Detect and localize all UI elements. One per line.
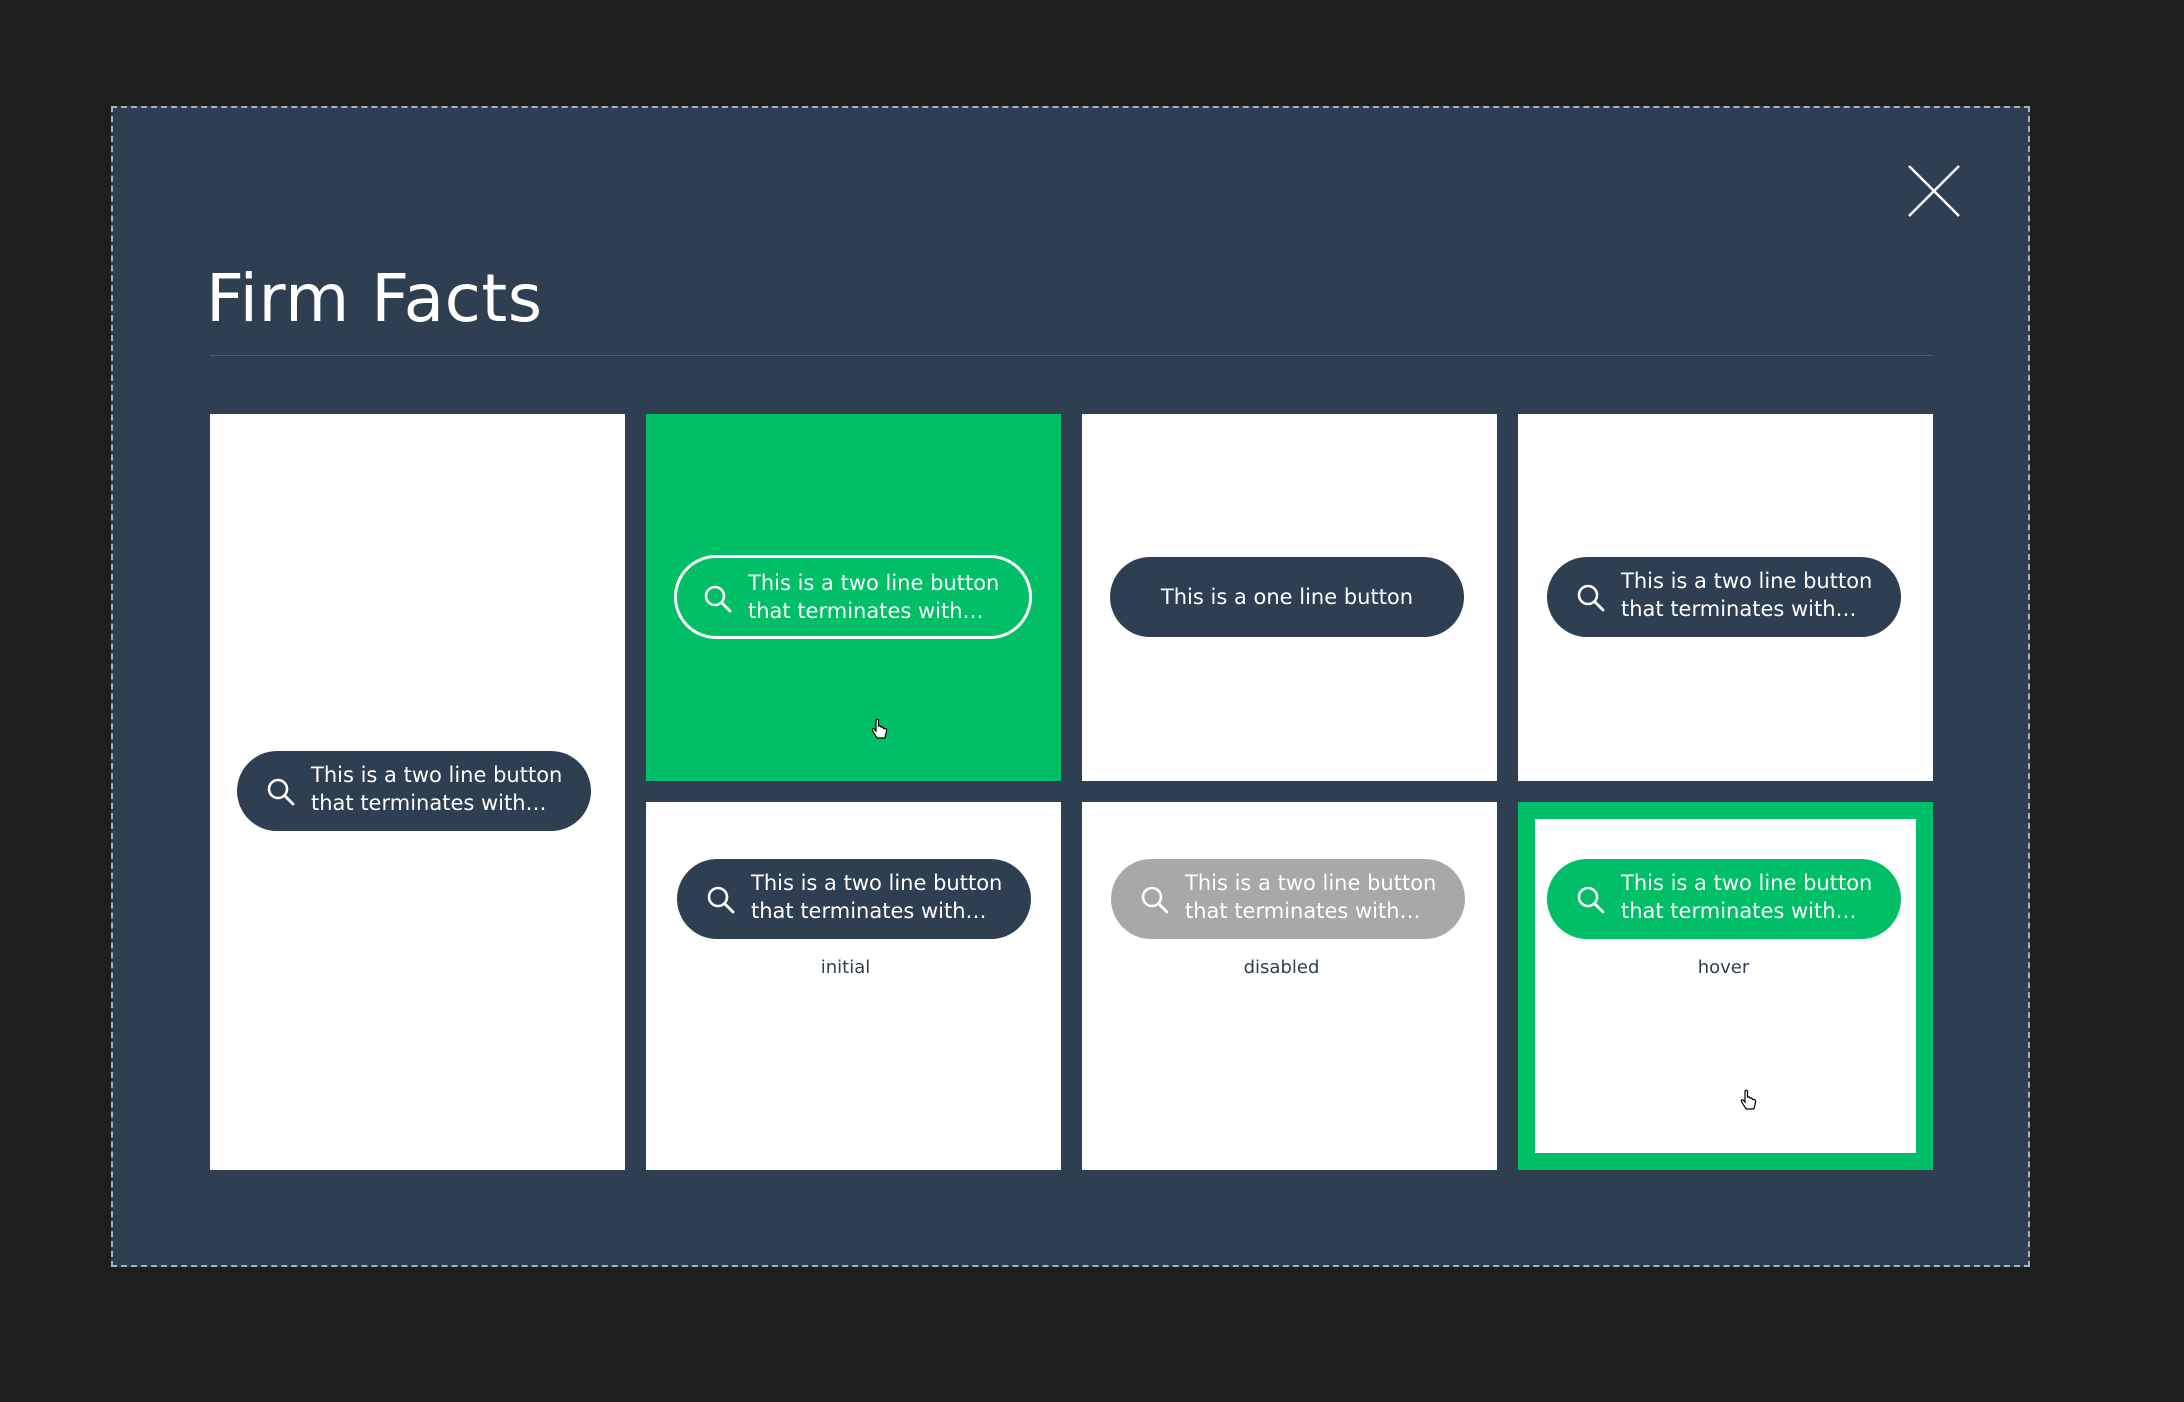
- search-icon: [1577, 886, 1605, 914]
- button-label: This is a two line button that terminate…: [1185, 871, 1437, 923]
- two-line-button[interactable]: This is a two line button that terminate…: [1547, 557, 1901, 637]
- search-icon: [1577, 584, 1605, 612]
- hover-state-button[interactable]: This is a two line button that terminate…: [1547, 859, 1901, 939]
- search-icon: [704, 585, 732, 613]
- hand-cursor-icon: [1740, 1089, 1757, 1110]
- tile-initial: This is a two line button that terminate…: [646, 802, 1061, 1170]
- search-icon: [1141, 886, 1169, 914]
- tile-one-line: This is a one line button: [1082, 414, 1497, 781]
- hand-cursor-icon: [871, 718, 888, 739]
- tile-disabled: This is a two line button that terminate…: [1082, 802, 1497, 1170]
- initial-state-button[interactable]: This is a two line button that terminate…: [677, 859, 1031, 939]
- state-caption: hover: [1697, 957, 1750, 978]
- button-label: This is a two line button that terminate…: [311, 763, 563, 815]
- search-icon: [707, 886, 735, 914]
- tile-top-right: This is a two line button that terminate…: [1518, 414, 1933, 781]
- button-label: This is a two line button that terminate…: [1621, 871, 1873, 923]
- modal-title: Firm Facts: [206, 260, 543, 337]
- search-icon: [267, 778, 295, 806]
- firm-facts-modal: Firm Facts This is a two line button tha…: [111, 106, 2030, 1267]
- tile-tall: This is a two line button that terminate…: [210, 414, 625, 1170]
- tile-hover: This is a two line button that terminate…: [1518, 802, 1933, 1170]
- tile-green: This is a two line button that terminate…: [646, 414, 1061, 781]
- two-line-button[interactable]: This is a two line button that terminate…: [237, 751, 591, 831]
- close-button[interactable]: [1907, 164, 1961, 218]
- close-icon: [1908, 165, 1960, 217]
- state-caption: disabled: [1243, 957, 1320, 978]
- title-divider: [210, 355, 1933, 356]
- two-line-outline-button[interactable]: This is a two line button that terminate…: [674, 555, 1032, 639]
- button-label: This is a two line button that terminate…: [748, 571, 1000, 623]
- button-label: This is a one line button: [1160, 585, 1414, 609]
- one-line-button[interactable]: This is a one line button: [1110, 557, 1464, 637]
- disabled-state-button: This is a two line button that terminate…: [1111, 859, 1465, 939]
- button-label: This is a two line button that terminate…: [751, 871, 1003, 923]
- state-caption: initial: [820, 957, 871, 978]
- button-label: This is a two line button that terminate…: [1621, 569, 1873, 621]
